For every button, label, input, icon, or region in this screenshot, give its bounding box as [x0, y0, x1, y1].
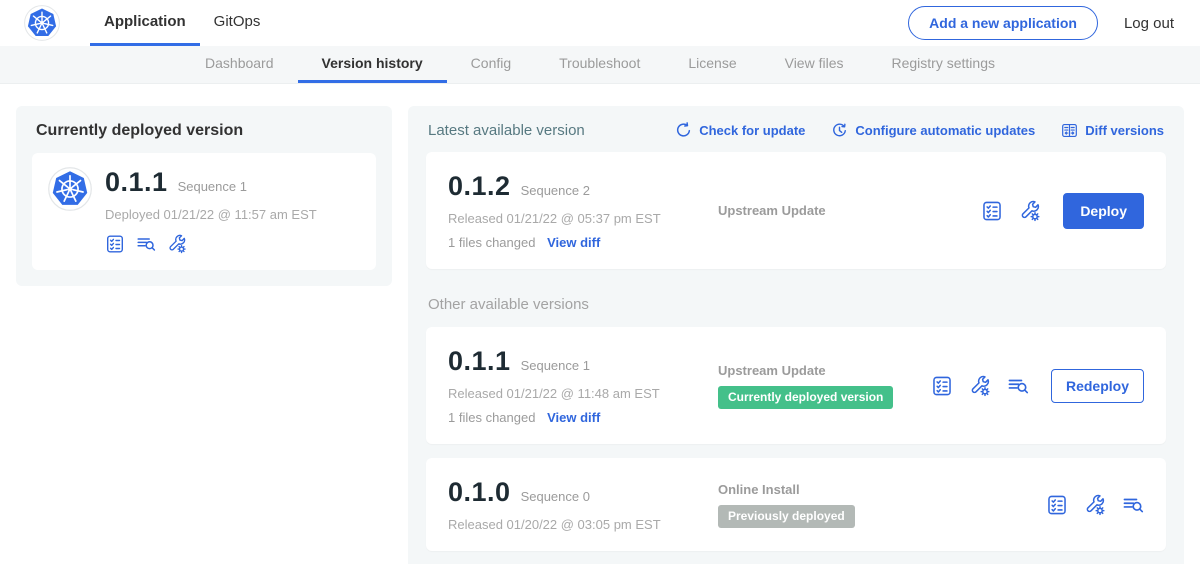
released-timestamp: Released 01/20/22 @ 03:05 pm EST: [448, 517, 706, 532]
sequence-label: Sequence 2: [521, 183, 590, 198]
deployed-timestamp: Deployed 01/21/22 @ 11:57 am EST: [105, 207, 317, 222]
subnav-tab-config[interactable]: Config: [447, 46, 535, 83]
diff-icon: [1061, 122, 1078, 139]
version-row-0-1-0: 0.1.0 Sequence 0 Released 01/20/22 @ 03:…: [426, 458, 1166, 551]
version-row-0-1-1: 0.1.1 Sequence 1 Released 01/21/22 @ 11:…: [426, 327, 1166, 444]
other-versions-title: Other available versions: [428, 296, 1164, 313]
redeploy-button[interactable]: Redeploy: [1051, 369, 1144, 403]
version-number: 0.1.1: [448, 346, 511, 377]
check-for-update-link[interactable]: Check for update: [675, 122, 805, 139]
version-actions-cell: Redeploy: [931, 369, 1144, 403]
deploy-logs-icon[interactable]: [136, 234, 156, 254]
tab-gitops[interactable]: GitOps: [200, 0, 275, 46]
view-diff-link[interactable]: View diff: [547, 235, 600, 250]
sequence-label: Sequence 0: [521, 489, 590, 504]
currently-deployed-badge: Currently deployed version: [718, 386, 893, 409]
subnav-tab-registry-settings[interactable]: Registry settings: [868, 46, 1019, 83]
version-status: Upstream Update Currently deployed versi…: [706, 363, 931, 409]
deployed-version-number: 0.1.1: [105, 167, 168, 198]
version-row-0-1-2: 0.1.2 Sequence 2 Released 01/21/22 @ 05:…: [426, 152, 1166, 269]
files-changed-label: 1 files changed: [448, 410, 535, 425]
schedule-icon: [831, 122, 848, 139]
version-number: 0.1.2: [448, 171, 511, 202]
preflight-checklist-icon[interactable]: [105, 234, 125, 254]
logout-button[interactable]: Log out: [1124, 15, 1174, 32]
version-number: 0.1.0: [448, 477, 511, 508]
app-subnav: Dashboard Version history Config Trouble…: [0, 46, 1200, 84]
edit-config-icon[interactable]: [1019, 200, 1041, 222]
version-actions: Check for update Configure automatic upd…: [675, 122, 1164, 139]
configure-automatic-updates-label: Configure automatic updates: [855, 123, 1035, 138]
kubernetes-logo: [24, 5, 60, 41]
deployed-version-details: 0.1.1 Sequence 1 Deployed 01/21/22 @ 11:…: [105, 167, 317, 254]
version-source: Online Install: [718, 482, 1046, 497]
main-content: Currently deployed version 0.1.1 Sequenc…: [0, 84, 1200, 564]
files-changed-row: 1 files changed View diff: [448, 235, 706, 250]
version-status: Upstream Update: [706, 203, 981, 218]
released-timestamp: Released 01/21/22 @ 11:48 am EST: [448, 386, 706, 401]
version-actions-cell: [1046, 494, 1144, 516]
configure-automatic-updates-link[interactable]: Configure automatic updates: [831, 122, 1035, 139]
version-info: 0.1.1 Sequence 1 Released 01/21/22 @ 11:…: [448, 346, 706, 425]
files-changed-label: 1 files changed: [448, 235, 535, 250]
deploy-logs-icon[interactable]: [1007, 375, 1029, 397]
version-actions-cell: Deploy: [981, 193, 1144, 229]
tab-application[interactable]: Application: [90, 0, 200, 46]
edit-config-icon[interactable]: [167, 234, 187, 254]
refresh-icon: [675, 122, 692, 139]
deployed-version-card: 0.1.1 Sequence 1 Deployed 01/21/22 @ 11:…: [32, 153, 376, 270]
diff-versions-label: Diff versions: [1085, 123, 1164, 138]
released-timestamp: Released 01/21/22 @ 05:37 pm EST: [448, 211, 706, 226]
view-diff-link[interactable]: View diff: [547, 410, 600, 425]
deployed-sequence-label: Sequence 1: [178, 179, 247, 194]
files-changed-row: 1 files changed View diff: [448, 410, 706, 425]
check-for-update-label: Check for update: [699, 123, 805, 138]
latest-version-title: Latest available version: [428, 122, 585, 139]
preflight-checklist-icon[interactable]: [931, 375, 953, 397]
subnav-tab-view-files[interactable]: View files: [761, 46, 868, 83]
subnav-tab-license[interactable]: License: [664, 46, 760, 83]
preflight-checklist-icon[interactable]: [1046, 494, 1068, 516]
version-status: Online Install Previously deployed: [706, 482, 1046, 528]
add-application-button[interactable]: Add a new application: [908, 6, 1098, 40]
subnav-tab-dashboard[interactable]: Dashboard: [181, 46, 298, 83]
top-header: Application GitOps Add a new application…: [0, 0, 1200, 46]
version-info: 0.1.2 Sequence 2 Released 01/21/22 @ 05:…: [448, 171, 706, 250]
version-source: Upstream Update: [718, 363, 931, 378]
sequence-label: Sequence 1: [521, 358, 590, 373]
header-right: Add a new application Log out: [908, 0, 1174, 46]
currently-deployed-title: Currently deployed version: [36, 122, 372, 140]
deploy-logs-icon[interactable]: [1122, 494, 1144, 516]
edit-config-icon[interactable]: [1084, 494, 1106, 516]
subnav-tab-version-history[interactable]: Version history: [298, 46, 447, 83]
currently-deployed-panel: Currently deployed version 0.1.1 Sequenc…: [16, 106, 392, 286]
subnav-tab-troubleshoot[interactable]: Troubleshoot: [535, 46, 664, 83]
latest-version-header: Latest available version Check for updat…: [428, 122, 1164, 139]
preflight-checklist-icon[interactable]: [981, 200, 1003, 222]
deploy-button[interactable]: Deploy: [1063, 193, 1144, 229]
version-history-panel: Latest available version Check for updat…: [408, 106, 1184, 564]
header-tabs: Application GitOps: [90, 0, 274, 46]
diff-versions-link[interactable]: Diff versions: [1061, 122, 1164, 139]
version-info: 0.1.0 Sequence 0 Released 01/20/22 @ 03:…: [448, 477, 706, 532]
edit-config-icon[interactable]: [969, 375, 991, 397]
version-source: Upstream Update: [718, 203, 981, 218]
app-kubernetes-logo: [48, 167, 92, 211]
previously-deployed-badge: Previously deployed: [718, 505, 855, 528]
